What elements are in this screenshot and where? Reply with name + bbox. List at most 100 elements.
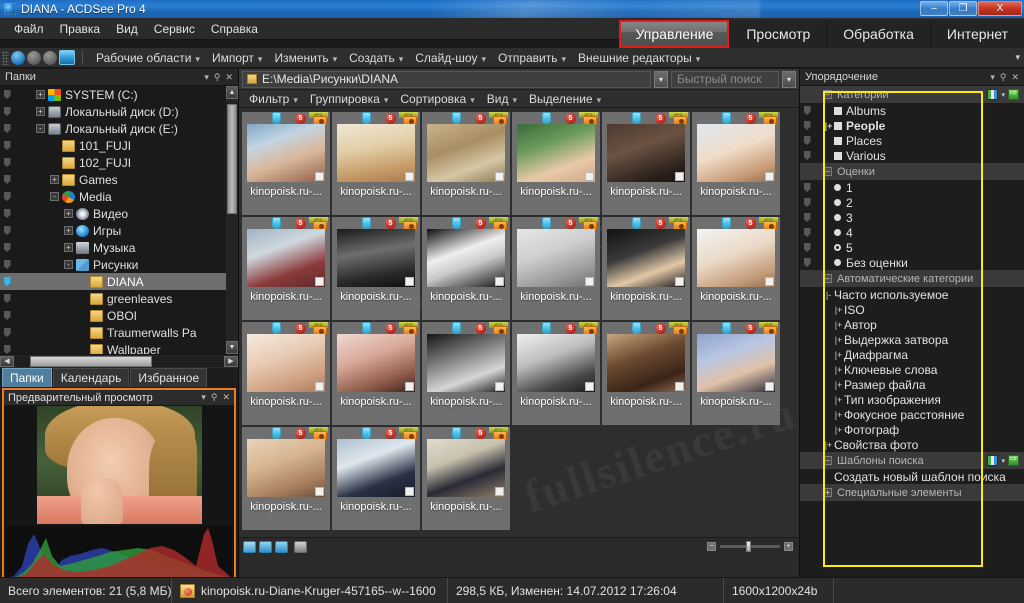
organize-flag-gutter[interactable] xyxy=(800,151,814,160)
rating-badge[interactable]: 5 xyxy=(295,428,306,439)
clipboard-badge-icon[interactable] xyxy=(632,322,641,334)
tree-flag-gutter[interactable] xyxy=(0,171,14,188)
forward-icon[interactable] xyxy=(43,50,57,65)
rating-dot-icon[interactable] xyxy=(834,199,841,206)
tree-flag-gutter[interactable] xyxy=(0,307,14,324)
menu-item-4[interactable]: Справка xyxy=(203,20,266,38)
thumbnail-item[interactable]: 5 JPG kinopoisk.ru-... xyxy=(242,322,330,425)
rating-badge[interactable]: 5 xyxy=(655,218,666,229)
rotate-left-icon[interactable] xyxy=(259,540,272,553)
preview-close-icon[interactable]: ✕ xyxy=(222,392,230,403)
tree-flag-gutter[interactable] xyxy=(0,290,14,307)
toolbar-item-4[interactable]: Слайд-шоу ▾ xyxy=(409,51,492,65)
rating-badge[interactable]: 5 xyxy=(385,113,396,124)
folder-tree-item[interactable]: Wallpaper xyxy=(0,341,238,354)
organize-flag-gutter[interactable] xyxy=(800,213,814,222)
category-checkbox-icon[interactable] xyxy=(834,151,842,160)
collapse-icon[interactable]: - xyxy=(36,124,45,133)
expand-icon[interactable]: |+ xyxy=(823,121,834,131)
organize-flag-gutter[interactable] xyxy=(800,106,814,115)
organize-flag-gutter[interactable] xyxy=(800,243,814,252)
expand-icon[interactable]: + xyxy=(64,209,73,218)
rating-dot-icon[interactable] xyxy=(834,229,841,236)
thumbnail-image[interactable] xyxy=(337,229,415,287)
organize-item[interactable]: Albums xyxy=(800,103,1024,118)
new-category-icon[interactable] xyxy=(987,455,999,466)
filter-bar-item-1[interactable]: Группировка ▾ xyxy=(304,92,395,106)
organize-flag-gutter[interactable] xyxy=(800,183,814,192)
organize-flag-gutter[interactable] xyxy=(800,228,814,237)
toolbar-item-2[interactable]: Изменить ▾ xyxy=(268,51,343,65)
rating-dot-icon[interactable] xyxy=(834,184,841,191)
organize-item[interactable]: Создать новый шаблон поиска xyxy=(800,469,1024,484)
close-button[interactable]: X xyxy=(978,1,1022,16)
folder-tree-item[interactable]: 102_FUJI xyxy=(0,154,238,171)
chevron-down-icon[interactable]: ▾ xyxy=(1001,91,1005,99)
import-icon[interactable] xyxy=(1008,88,1019,100)
rating-badge[interactable]: 5 xyxy=(745,323,756,334)
rating-badge[interactable]: 5 xyxy=(385,218,396,229)
tree-scroll-thumb[interactable] xyxy=(227,104,237,214)
expand-icon[interactable]: + xyxy=(50,175,59,184)
thumbnail-item[interactable]: 5 JPG kinopoisk.ru-... xyxy=(332,322,420,425)
thumbnail-item[interactable]: 5 JPG kinopoisk.ru-... xyxy=(242,217,330,320)
mode-tab-0[interactable]: Управление xyxy=(618,20,730,48)
organize-flag-gutter[interactable] xyxy=(800,198,814,207)
rating-badge[interactable]: 5 xyxy=(565,323,576,334)
rating-dot-icon[interactable] xyxy=(834,214,841,221)
tree-scroll-up-icon[interactable]: ▲ xyxy=(226,86,238,99)
organize-item[interactable]: |- Часто используемое xyxy=(800,287,1024,302)
tree-flag-gutter[interactable] xyxy=(0,137,14,154)
path-input[interactable]: E:\Media\Рисунки\DIANA xyxy=(242,70,651,88)
thumbnail-item[interactable]: 5 JPG kinopoisk.ru-... xyxy=(242,112,330,215)
clipboard-badge-icon[interactable] xyxy=(722,322,731,334)
home-icon[interactable] xyxy=(11,50,25,65)
organize-item[interactable]: |+ People xyxy=(800,118,1024,133)
collapse-icon[interactable]: - xyxy=(64,260,73,269)
thumbnail-view-icon[interactable] xyxy=(243,540,256,553)
search-dropdown-button[interactable]: ▾ xyxy=(782,70,796,88)
thumbnail-item[interactable]: 5 JPG kinopoisk.ru-... xyxy=(692,217,780,320)
thumbnail-image[interactable] xyxy=(607,334,685,392)
tree-flag-gutter[interactable] xyxy=(0,205,14,222)
tree-flag-gutter[interactable] xyxy=(0,341,14,354)
clipboard-badge-icon[interactable] xyxy=(452,322,461,334)
organize-item[interactable]: |+ Диафрагма xyxy=(800,347,1024,362)
organize-item[interactable]: 5 xyxy=(800,240,1024,255)
folder-tree-item[interactable]: + Локальный диск (D:) xyxy=(0,103,238,120)
tree-flag-gutter[interactable] xyxy=(0,239,14,256)
toolbar-overflow-icon[interactable]: ▾ xyxy=(1015,52,1020,63)
clipboard-badge-icon[interactable] xyxy=(542,322,551,334)
toolbar-item-3[interactable]: Создать ▾ xyxy=(343,51,409,65)
zoom-in-button[interactable]: + xyxy=(784,542,793,551)
organize-item[interactable]: 3 xyxy=(800,210,1024,225)
thumbnail-image[interactable] xyxy=(337,124,415,182)
filter-bar-item-3[interactable]: Вид ▾ xyxy=(481,92,523,106)
rating-badge[interactable]: 5 xyxy=(475,323,486,334)
clipboard-badge-icon[interactable] xyxy=(272,112,281,124)
expand-icon[interactable]: + xyxy=(64,226,73,235)
tree-flag-gutter[interactable] xyxy=(0,120,14,137)
expand-icon[interactable]: + xyxy=(36,90,45,99)
zoom-track[interactable] xyxy=(720,541,780,552)
organize-item[interactable]: Без оценки xyxy=(800,255,1024,270)
tree-flag-gutter[interactable] xyxy=(0,188,14,205)
organize-flag-gutter[interactable] xyxy=(800,121,814,130)
clipboard-badge-icon[interactable] xyxy=(632,217,641,229)
thumbnail-image[interactable] xyxy=(517,124,595,182)
thumbnail-item[interactable]: 5 JPG kinopoisk.ru-... xyxy=(512,217,600,320)
collapse-icon[interactable]: – xyxy=(823,167,832,176)
toolbar-grip[interactable] xyxy=(2,50,9,65)
zoom-slider[interactable]: − + xyxy=(707,541,793,552)
toolbar-item-5[interactable]: Отправить ▾ xyxy=(492,51,572,65)
thumbnail-image[interactable] xyxy=(247,439,325,497)
folder-tree-item[interactable]: OBOI xyxy=(0,307,238,324)
organize-item[interactable]: |+ Тип изображения xyxy=(800,392,1024,407)
expand-icon[interactable]: |+ xyxy=(833,410,844,420)
thumbnail-image[interactable] xyxy=(607,124,685,182)
tree-flag-gutter[interactable] xyxy=(0,273,14,290)
tree-hscroll-right-icon[interactable]: ▶ xyxy=(224,356,238,367)
category-checkbox-icon[interactable] xyxy=(834,121,842,130)
clipboard-badge-icon[interactable] xyxy=(362,112,371,124)
thumbnail-item[interactable]: 5 JPG kinopoisk.ru-... xyxy=(332,112,420,215)
